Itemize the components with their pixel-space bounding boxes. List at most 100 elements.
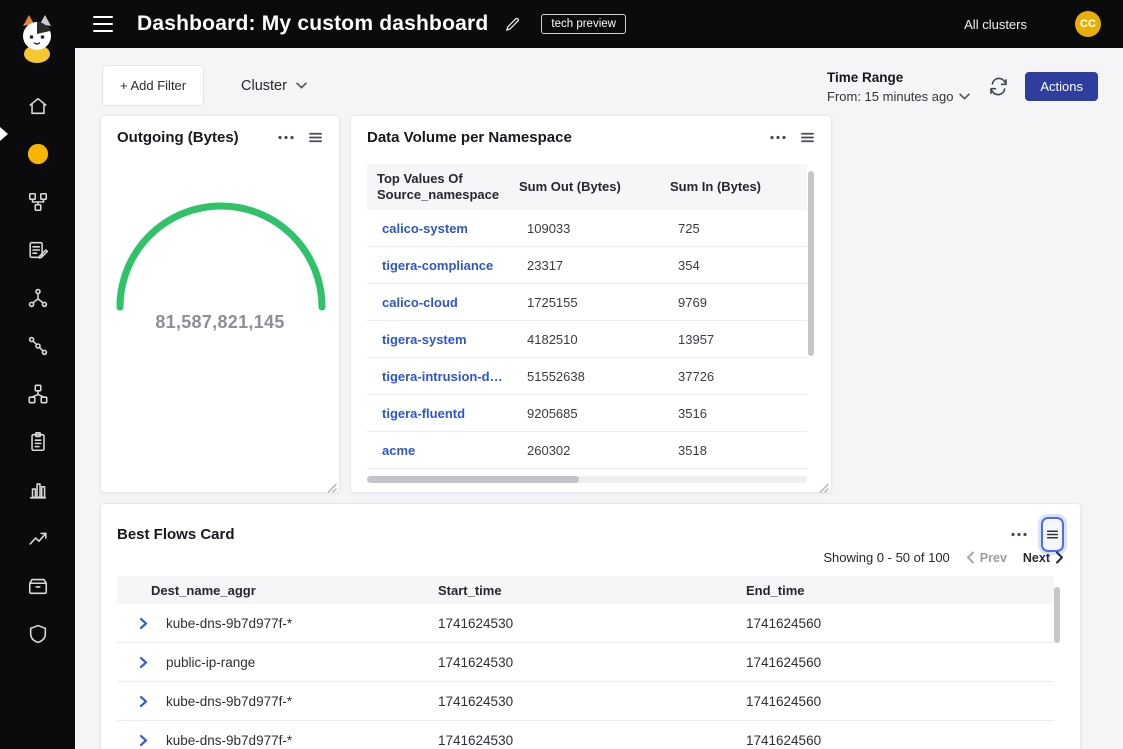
card-drag-handle[interactable] <box>308 130 323 145</box>
sidebar-nav <box>0 95 75 645</box>
edit-dashboard-button[interactable] <box>504 16 521 33</box>
chevron-right-icon <box>137 656 150 669</box>
table-header-row: Top Values Of Source_namespace Sum Out (… <box>367 164 807 210</box>
archive-box-icon <box>27 575 49 597</box>
prev-page-button[interactable]: Prev <box>966 551 1007 565</box>
calico-logo[interactable] <box>13 12 61 64</box>
sidebar-item-inventory[interactable] <box>26 575 50 597</box>
card-drag-handle[interactable] <box>800 130 815 145</box>
outgoing-bytes-card: Outgoing (Bytes) 81,587,821,145 <box>100 115 340 493</box>
vertical-scrollbar[interactable] <box>1054 587 1060 643</box>
table-row: tigera-fluentd 9205685 3516 <box>367 395 807 432</box>
time-range-selector[interactable]: From: 15 minutes ago <box>827 89 970 104</box>
column-header-start-time[interactable]: Start_time <box>438 583 746 598</box>
namespace-link[interactable]: calico-cloud <box>367 295 517 310</box>
chevron-down-icon <box>296 82 307 89</box>
ellipsis-icon <box>1010 532 1028 537</box>
column-header-end-time[interactable]: End_time <box>746 583 1054 598</box>
sum-in-value: 725 <box>668 221 807 236</box>
vertical-scrollbar[interactable] <box>808 171 814 356</box>
column-header-sum-in[interactable]: Sum In (Bytes) <box>668 164 807 210</box>
sum-in-value: 354 <box>668 258 807 273</box>
row-expand-button[interactable] <box>137 695 150 708</box>
start-time-value: 1741624530 <box>438 694 746 709</box>
card-title: Best Flows Card <box>117 526 235 543</box>
gauge-value: 81,587,821,145 <box>101 312 339 333</box>
row-expand-button[interactable] <box>137 656 150 669</box>
next-page-button[interactable]: Next <box>1023 551 1064 565</box>
dest-name-value: kube-dns-9b7d977f-* <box>166 733 292 748</box>
end-time-value: 1741624560 <box>746 616 1054 631</box>
namespace-link[interactable]: tigera-compliance <box>367 258 517 273</box>
card-menu-button[interactable] <box>1010 532 1028 537</box>
top-header: Dashboard: My custom dashboard tech prev… <box>75 0 1123 48</box>
card-menu-button[interactable] <box>769 135 787 140</box>
sum-out-value: 51552638 <box>517 369 668 384</box>
sidebar-item-topology[interactable] <box>26 191 50 213</box>
table-row: tigera-system 4182510 13957 <box>367 321 807 358</box>
menu-toggle-button[interactable] <box>93 16 115 32</box>
chevron-right-icon <box>1055 551 1064 564</box>
sidebar-item-dashboard[interactable] <box>26 143 50 165</box>
start-time-value: 1741624530 <box>438 733 746 748</box>
row-expand-button[interactable] <box>137 617 150 630</box>
card-menu-button[interactable] <box>277 135 295 140</box>
hamburger-icon <box>93 16 113 18</box>
time-range-value: From: 15 minutes ago <box>827 89 953 104</box>
horizontal-scrollbar[interactable] <box>367 476 579 483</box>
sum-out-value: 23317 <box>517 258 668 273</box>
sidebar-item-service-graph[interactable] <box>26 335 50 357</box>
table-row: public-ip-range 1741624530 1741624560 <box>117 643 1054 682</box>
policy-edit-icon <box>27 239 49 261</box>
tech-preview-badge: tech preview <box>541 14 626 34</box>
sidebar-item-timeline[interactable] <box>26 527 50 549</box>
table-row: kube-dns-9b7d977f-* 1741624530 174162456… <box>117 604 1054 643</box>
column-header-sum-out[interactable]: Sum Out (Bytes) <box>517 164 668 210</box>
sum-out-value: 4182510 <box>517 332 668 347</box>
sidebar-item-network-graph[interactable] <box>26 287 50 309</box>
namespace-link[interactable]: tigera-system <box>367 332 517 347</box>
user-avatar[interactable]: CC <box>1075 11 1101 37</box>
card-resize-handle[interactable] <box>819 480 829 490</box>
namespace-link[interactable]: calico-system <box>367 221 517 236</box>
sidebar-item-reports[interactable] <box>26 479 50 501</box>
cluster-dropdown[interactable]: Cluster <box>241 65 307 106</box>
row-expand-button[interactable] <box>137 734 150 747</box>
actions-button[interactable]: Actions <box>1025 72 1098 101</box>
time-range-control: Time Range From: 15 minutes ago <box>827 70 970 104</box>
table-row: tigera-compliance 23317 354 <box>367 247 807 284</box>
namespace-link[interactable]: tigera-intrusion-d… <box>367 369 517 384</box>
sum-in-value: 13957 <box>668 332 807 347</box>
dest-name-value: public-ip-range <box>166 655 255 670</box>
start-time-value: 1741624530 <box>438 616 746 631</box>
column-header-source-namespace[interactable]: Top Values Of Source_namespace <box>367 164 517 210</box>
cluster-scope-selector[interactable]: All clusters <box>964 17 1027 32</box>
prev-label: Prev <box>980 551 1007 565</box>
sidebar-item-compliance[interactable] <box>26 431 50 453</box>
add-filter-button[interactable]: + Add Filter <box>102 65 204 106</box>
ellipsis-icon <box>769 135 787 140</box>
chevron-right-icon <box>137 695 150 708</box>
ellipsis-icon <box>277 135 295 140</box>
dest-name-value: kube-dns-9b7d977f-* <box>166 616 292 631</box>
refresh-button[interactable] <box>986 74 1010 98</box>
table-row: acme 260302 3518 <box>367 432 807 469</box>
trend-line-icon <box>27 527 49 549</box>
sum-out-value: 109033 <box>517 221 668 236</box>
card-resize-handle[interactable] <box>327 480 337 490</box>
data-volume-card: Data Volume per Namespace Top Values Of … <box>350 115 832 493</box>
end-time-value: 1741624560 <box>746 733 1054 748</box>
column-header-dest-name[interactable]: Dest_name_aggr <box>117 583 438 598</box>
namespace-link[interactable]: tigera-fluentd <box>367 406 517 421</box>
network-graph-icon <box>27 287 49 309</box>
namespace-link[interactable]: acme <box>367 443 517 458</box>
sidebar-item-policies[interactable] <box>26 239 50 261</box>
sidebar-item-threat-defense[interactable] <box>26 623 50 645</box>
resize-corner-icon <box>819 483 829 493</box>
flows-card-drag-handle[interactable] <box>1041 517 1064 552</box>
table-row: tigera-intrusion-d… 51552638 37726 <box>367 358 807 395</box>
chevron-right-icon <box>137 734 150 747</box>
sidebar-item-home[interactable] <box>26 95 50 117</box>
sidebar-item-clusters[interactable] <box>26 383 50 405</box>
card-title: Data Volume per Namespace <box>367 129 572 146</box>
